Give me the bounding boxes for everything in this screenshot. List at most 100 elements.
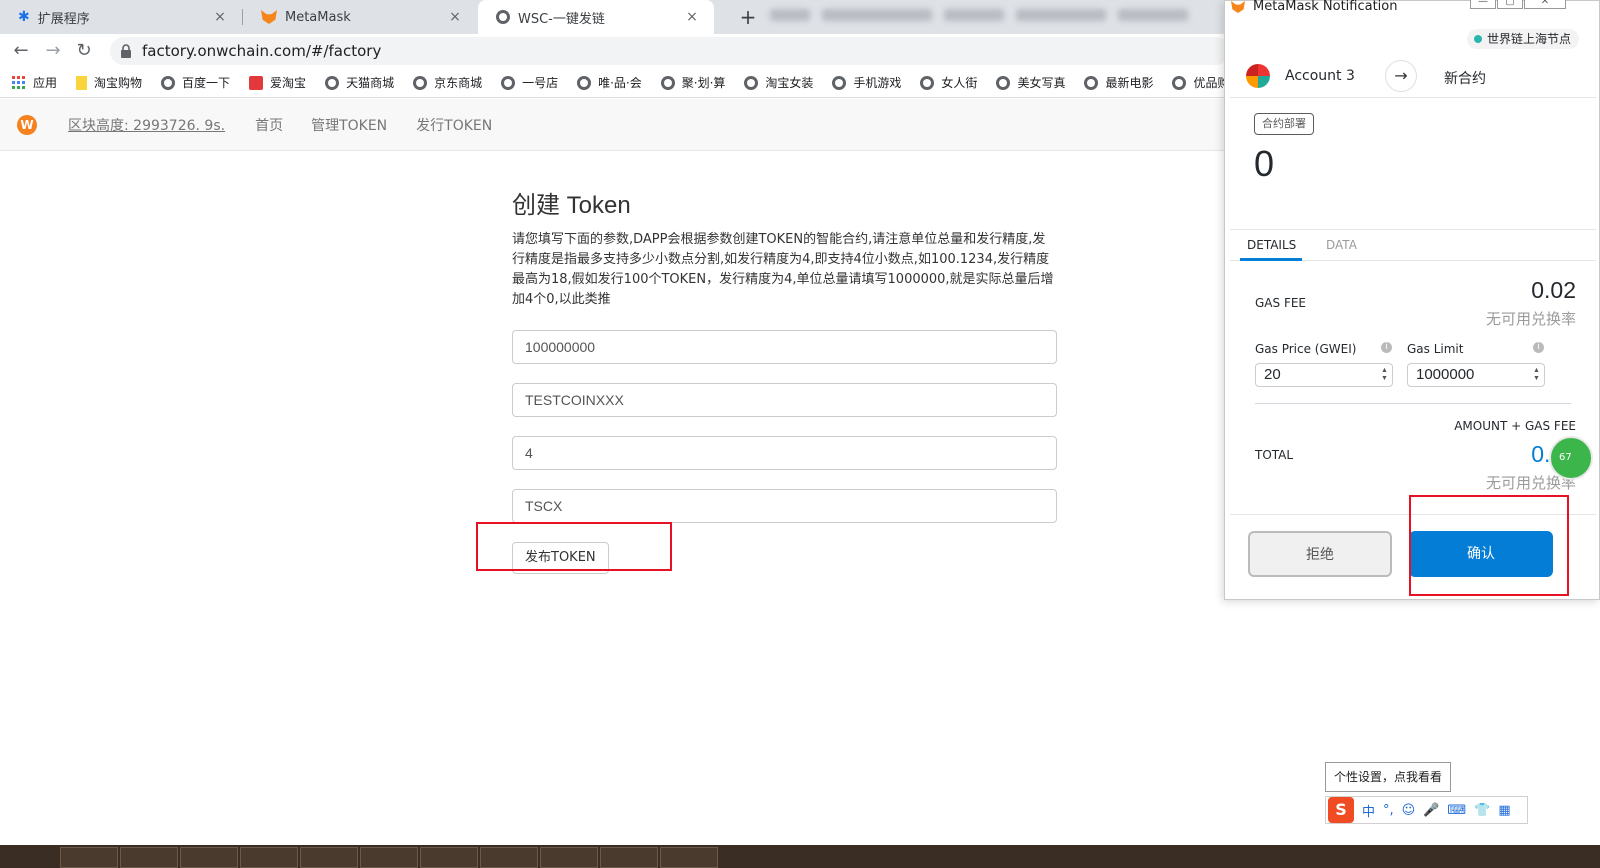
back-button[interactable]: ←	[10, 40, 32, 62]
bookmark-baidu[interactable]: 百度一下	[161, 74, 230, 91]
amount-gas-label: AMOUNT + GAS FEE	[1454, 419, 1576, 433]
bookmark-apps[interactable]: 应用	[12, 74, 57, 91]
tab-data[interactable]: DATA	[1326, 238, 1357, 252]
reject-button[interactable]: 拒绝	[1248, 531, 1392, 577]
bookmark-label: 一号店	[522, 76, 559, 90]
close-icon[interactable]: ×	[684, 9, 700, 25]
symbol-input[interactable]	[512, 489, 1057, 523]
globe-icon	[501, 75, 516, 90]
close-window-button[interactable]: ✕	[1524, 0, 1566, 9]
ime-toolbar: S 中 °, ☺ 🎤 ⌨ 👕 ▦	[1325, 796, 1528, 824]
ime-chinese-mode[interactable]: 中	[1362, 801, 1375, 820]
bookmark-jd[interactable]: 京东商城	[413, 74, 482, 91]
globe-icon	[1084, 75, 1099, 90]
ime-toolbox-icon[interactable]: ▦	[1498, 803, 1510, 818]
close-icon[interactable]: ×	[447, 9, 463, 25]
taskbar-item[interactable]	[300, 847, 358, 868]
bookmark-taobao[interactable]: 淘宝购物	[76, 74, 142, 91]
bookmark-movies[interactable]: 最新电影	[1084, 74, 1153, 91]
detail-tabs: DETAILS DATA	[1230, 229, 1596, 261]
account-transfer-row: Account 3 → 新合约	[1230, 56, 1596, 98]
bookmark-label: 应用	[33, 76, 58, 90]
globe-icon	[161, 75, 176, 90]
bookmark-women-street[interactable]: 女人街	[920, 74, 977, 91]
gas-fee-value: 0.02	[1531, 277, 1576, 303]
tab-title: MetaMask	[285, 9, 351, 25]
tab-extensions[interactable]: ✱ 扩展程序 ×	[0, 0, 242, 34]
decimals-input[interactable]	[512, 436, 1057, 470]
bookmark-label: 天猫商城	[346, 76, 395, 90]
site-logo[interactable]: W	[17, 114, 37, 135]
highlight-box-confirm	[1409, 495, 1569, 596]
action-badge: 合约部署	[1254, 113, 1314, 135]
taskbar-item[interactable]	[480, 847, 538, 868]
address-bar[interactable]: factory.onwchain.com/#/factory	[110, 37, 1230, 65]
page-title: 创建 Token	[512, 192, 631, 219]
transaction-amount: 0	[1254, 143, 1275, 184]
tab-metamask[interactable]: MetaMask ×	[243, 0, 477, 34]
globe-icon	[832, 75, 847, 90]
nav-manage-token[interactable]: 管理TOKEN	[311, 115, 387, 135]
globe-icon	[413, 75, 428, 90]
to-contract: 新合约	[1444, 71, 1486, 87]
bookmark-photos[interactable]: 美女写真	[996, 74, 1065, 91]
total-supply-input[interactable]	[512, 330, 1057, 364]
close-icon[interactable]: ×	[212, 9, 228, 25]
bookmark-yhd[interactable]: 一号店	[501, 74, 558, 91]
reload-button[interactable]: ↻	[73, 40, 95, 62]
ime-tooltip[interactable]: 个性设置，点我看看	[1325, 762, 1451, 792]
puzzle-icon: ✱	[18, 9, 30, 25]
ime-skin-icon[interactable]: 👕	[1474, 803, 1490, 818]
bookmark-label: 京东商城	[434, 76, 483, 90]
taskbar-item[interactable]	[600, 847, 658, 868]
ime-voice-icon[interactable]: 🎤	[1423, 803, 1439, 818]
minimize-button[interactable]: —	[1470, 0, 1496, 9]
taskbar-item[interactable]	[120, 847, 178, 868]
metamask-fox-icon	[1231, 1, 1245, 13]
bookmark-juhuasuan[interactable]: 聚·划·算	[660, 74, 725, 91]
apps-grid-icon	[12, 75, 26, 90]
gas-fee-fiat: 无可用兑换率	[1485, 310, 1576, 328]
globe-icon	[744, 75, 759, 90]
info-icon[interactable]: i	[1381, 342, 1392, 353]
taskbar-item[interactable]	[420, 847, 478, 868]
tab-wsc[interactable]: WSC-一键发链 ×	[478, 0, 714, 34]
bookmark-aitaobao[interactable]: 爱淘宝	[249, 74, 306, 91]
forward-button[interactable]: →	[42, 40, 64, 62]
metamask-fox-icon	[261, 10, 277, 24]
token-name-input[interactable]	[512, 383, 1057, 417]
floating-speed-badge[interactable]: 67	[1549, 436, 1593, 480]
bookmark-mobile-games[interactable]: 手机游戏	[832, 74, 901, 91]
stepper-arrows-icon[interactable]: ▲ ▼	[1533, 367, 1541, 383]
taskbar-item[interactable]	[240, 847, 298, 868]
nav-issue-token[interactable]: 发行TOKEN	[416, 115, 492, 135]
bookmark-women-clothing[interactable]: 淘宝女装	[744, 74, 813, 91]
taskbar-item[interactable]	[60, 847, 118, 868]
ime-punctuation-icon[interactable]: °,	[1383, 803, 1394, 818]
taskbar-item[interactable]	[180, 847, 238, 868]
globe-icon	[325, 75, 340, 90]
gas-price-label: Gas Price (GWEI)	[1255, 342, 1357, 356]
taskbar-item[interactable]	[660, 847, 718, 868]
nav-home[interactable]: 首页	[255, 115, 283, 135]
ime-keyboard-icon[interactable]: ⌨	[1447, 803, 1466, 818]
sogou-logo-icon[interactable]: S	[1328, 797, 1354, 823]
transaction-summary: 合约部署 0	[1230, 98, 1596, 228]
taskbar-item[interactable]	[540, 847, 598, 868]
maximize-button[interactable]: ▢	[1497, 0, 1523, 9]
bookmark-label: 淘宝女装	[765, 76, 814, 90]
bookmark-label: 爱淘宝	[270, 76, 307, 90]
tab-details[interactable]: DETAILS	[1247, 238, 1296, 252]
block-height-link[interactable]: 区块高度: 2993726. 9s.	[68, 115, 225, 135]
info-icon[interactable]: i	[1533, 342, 1544, 353]
network-indicator[interactable]: 世界链上海节点	[1466, 29, 1579, 49]
stepper-arrows-icon[interactable]: ▲ ▼	[1381, 367, 1389, 383]
gas-limit-input[interactable]: 1000000 ▲ ▼	[1407, 363, 1545, 387]
bookmark-vip[interactable]: 唯·品·会	[577, 74, 642, 91]
bookmark-label: 女人街	[941, 76, 978, 90]
gas-price-input[interactable]: 20 ▲ ▼	[1255, 363, 1393, 387]
new-tab-button[interactable]: +	[737, 7, 759, 29]
ime-emoji-icon[interactable]: ☺	[1402, 803, 1416, 818]
bookmark-tmall[interactable]: 天猫商城	[325, 74, 394, 91]
taskbar-item[interactable]	[360, 847, 418, 868]
